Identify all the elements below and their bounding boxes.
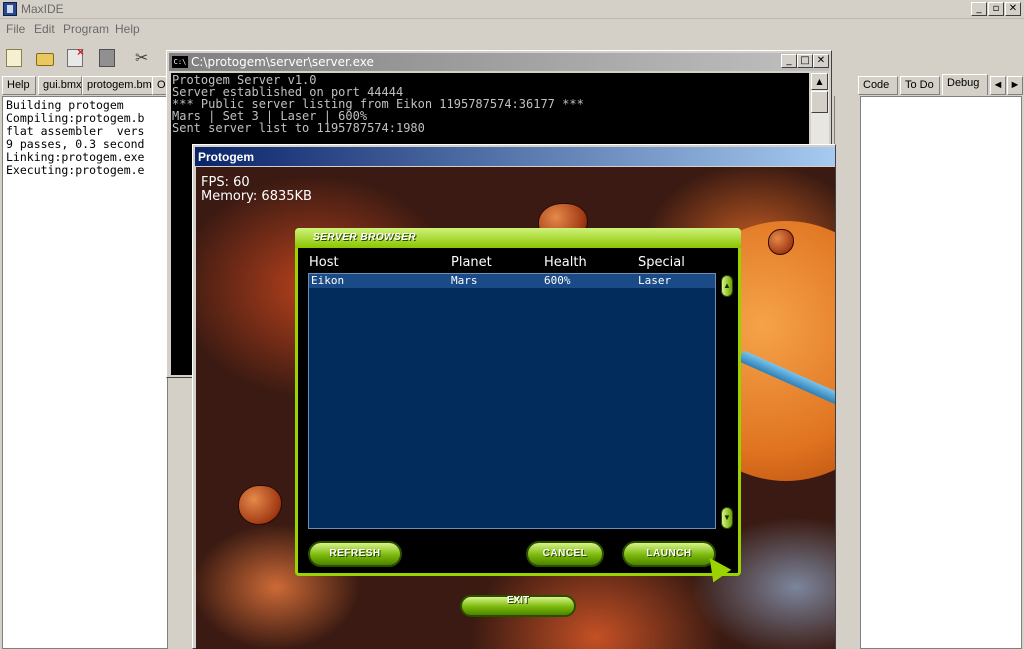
output-line: Executing:protogem.e bbox=[6, 163, 145, 177]
cell-special: Laser bbox=[638, 274, 672, 287]
fps-counter: FPS: 60 bbox=[201, 175, 250, 190]
tab-help[interactable]: Help bbox=[2, 76, 36, 95]
server-list[interactable]: Eikon Mars 600% Laser bbox=[308, 273, 716, 529]
game-title: Protogem bbox=[198, 150, 255, 164]
ide-titlebar: MaxIDE _ ▫ ✕ bbox=[0, 0, 1024, 19]
column-header-planet[interactable]: Planet bbox=[451, 255, 492, 270]
console-line: Sent server list to 1195787574:1980 bbox=[172, 121, 425, 135]
column-header-health[interactable]: Health bbox=[544, 255, 587, 270]
open-folder-icon[interactable] bbox=[33, 47, 55, 69]
build-output-panel: Building protogem Compiling:protogem.b f… bbox=[2, 96, 168, 649]
console-close-button[interactable]: ✕ bbox=[813, 54, 829, 68]
debug-panel bbox=[860, 96, 1022, 649]
cell-planet: Mars bbox=[451, 274, 478, 287]
asteroid bbox=[238, 485, 282, 525]
exit-button[interactable]: EXIT bbox=[460, 595, 576, 617]
cell-host: Eikon bbox=[311, 274, 345, 287]
tab-debug[interactable]: Debug bbox=[942, 74, 988, 95]
new-file-icon[interactable] bbox=[3, 47, 25, 69]
column-header-special[interactable]: Special bbox=[638, 255, 685, 270]
cancel-button[interactable]: CANCEL bbox=[526, 541, 604, 567]
maxide-app-icon bbox=[3, 2, 17, 16]
menu-program[interactable]: Program bbox=[63, 22, 109, 36]
tab-protogem-bmx[interactable]: protogem.bmx bbox=[82, 76, 157, 95]
server-row[interactable]: Eikon Mars 600% Laser bbox=[309, 274, 715, 288]
tab-scroll-left-button[interactable]: ◄ bbox=[990, 76, 1006, 95]
save-icon[interactable] bbox=[96, 47, 118, 69]
tab-scroll-right-button[interactable]: ► bbox=[1007, 76, 1023, 95]
tab-gui-bmx[interactable]: gui.bmx bbox=[38, 76, 82, 95]
menu-file[interactable]: File bbox=[6, 22, 25, 36]
refresh-button[interactable]: REFRESH bbox=[308, 541, 402, 567]
console-titlebar[interactable]: C:\ C:\protogem\server\server.exe _ □ ✕ bbox=[169, 53, 829, 71]
protogem-game-window: Protogem FPS: 60 Memory: 6835KB EXIT SER… bbox=[192, 144, 836, 649]
console-minimize-button[interactable]: _ bbox=[781, 54, 797, 68]
right-tab-strip: Code To Do Debug ◄ ► bbox=[858, 74, 1024, 96]
close-file-icon[interactable]: × bbox=[64, 45, 86, 69]
scroll-thumb[interactable] bbox=[811, 91, 828, 113]
server-browser-dialog: SERVER BROWSER Host Planet Health Specia… bbox=[295, 228, 741, 576]
menu-bar: File Edit Program Help bbox=[0, 19, 1024, 39]
dialog-titlebar: SERVER BROWSER bbox=[295, 228, 741, 248]
cell-health: 600% bbox=[544, 274, 571, 287]
menu-edit[interactable]: Edit bbox=[34, 22, 55, 36]
list-scroll-down-icon[interactable]: ▼ bbox=[721, 507, 733, 529]
list-scroll-up-icon[interactable]: ▲ bbox=[721, 275, 733, 297]
game-scene[interactable]: FPS: 60 Memory: 6835KB EXIT SERVER BROWS… bbox=[196, 167, 835, 649]
menu-help[interactable]: Help bbox=[115, 22, 140, 36]
dialog-title: SERVER BROWSER bbox=[313, 232, 417, 243]
console-icon: C:\ bbox=[172, 56, 188, 68]
editor-frame-edge bbox=[834, 96, 848, 649]
window-title: MaxIDE bbox=[21, 2, 64, 16]
console-maximize-button[interactable]: □ bbox=[797, 54, 813, 68]
tab-code[interactable]: Code bbox=[858, 76, 898, 95]
game-titlebar[interactable]: Protogem bbox=[195, 147, 835, 166]
scroll-up-icon[interactable]: ▲ bbox=[811, 73, 828, 90]
memory-counter: Memory: 6835KB bbox=[201, 189, 312, 204]
close-button[interactable]: ✕ bbox=[1005, 2, 1021, 16]
tab-todo[interactable]: To Do bbox=[900, 76, 940, 95]
minimize-button[interactable]: _ bbox=[971, 2, 987, 16]
console-title: C:\protogem\server\server.exe bbox=[191, 55, 374, 69]
cut-icon[interactable]: ✂ bbox=[131, 47, 153, 69]
restore-button[interactable]: ▫ bbox=[988, 2, 1004, 16]
column-header-host[interactable]: Host bbox=[309, 255, 339, 270]
